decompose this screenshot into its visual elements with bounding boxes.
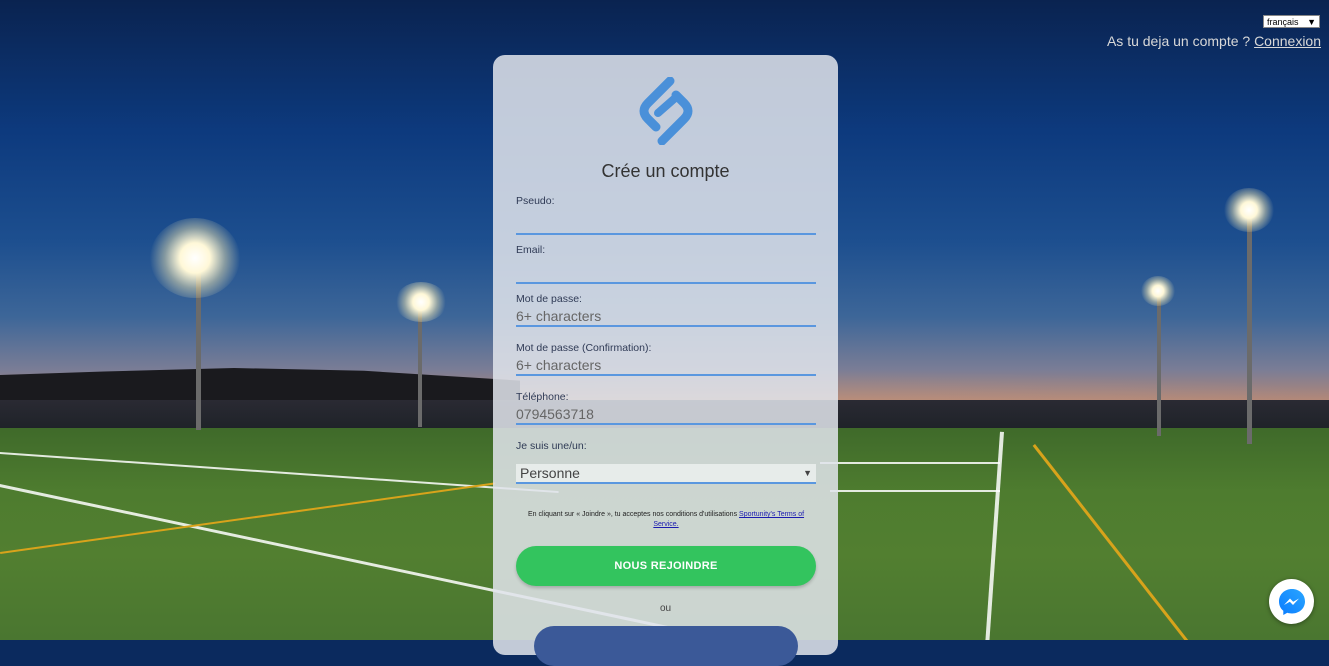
role-group: Je suis une/un: Personne ▼ xyxy=(516,440,816,484)
role-select[interactable]: Personne ▼ xyxy=(516,464,816,484)
light-pole xyxy=(1157,296,1161,436)
pseudo-label: Pseudo: xyxy=(516,195,555,207)
phone-label: Téléphone: xyxy=(516,391,569,403)
account-question: As tu deja un compte ? xyxy=(1106,33,1251,49)
pseudo-group: Pseudo: xyxy=(516,195,816,235)
facebook-button[interactable] xyxy=(534,626,798,666)
email-group: Email: xyxy=(516,244,816,284)
account-prompt: As tu deja un compte ? Connexion xyxy=(1107,33,1321,49)
login-link[interactable]: Connexion xyxy=(1254,33,1321,49)
password-input[interactable] xyxy=(516,307,816,327)
caret-down-icon: ▼ xyxy=(1307,16,1316,27)
page-title: Crée un compte xyxy=(601,161,730,181)
light-pole xyxy=(418,305,422,427)
language-value: français xyxy=(1267,16,1299,27)
stadium-light xyxy=(1141,276,1175,306)
stadium-light xyxy=(150,218,240,298)
email-label: Email: xyxy=(516,244,546,256)
stadium-light xyxy=(1224,188,1274,232)
email-input[interactable] xyxy=(516,264,816,284)
phone-group: Téléphone: xyxy=(516,391,816,425)
terms-notice: En cliquant sur « Joindre », tu acceptes… xyxy=(518,510,814,530)
caret-down-icon: ▼ xyxy=(803,468,812,478)
messenger-button[interactable] xyxy=(1269,579,1314,624)
sportunity-logo-icon xyxy=(639,77,693,145)
role-label: Je suis une/un: xyxy=(516,440,587,452)
light-pole xyxy=(1247,218,1252,444)
signup-card: Crée un compte Pseudo: Email: Mot de pas… xyxy=(493,55,838,666)
messenger-icon xyxy=(1278,588,1305,615)
language-select[interactable]: français ▼ xyxy=(1263,15,1320,28)
password-group: Mot de passe: xyxy=(516,293,816,327)
password-confirm-label: Mot de passe (Confirmation): xyxy=(516,342,652,354)
terms-text: En cliquant sur « Joindre », tu acceptes… xyxy=(527,511,738,518)
pseudo-input[interactable] xyxy=(516,215,816,235)
field-line xyxy=(830,490,1000,492)
role-value: Personne xyxy=(520,465,580,481)
password-label: Mot de passe: xyxy=(516,293,582,305)
phone-input[interactable] xyxy=(516,405,816,425)
stadium-light xyxy=(395,282,447,322)
field-line xyxy=(820,462,1000,464)
password-confirm-input[interactable] xyxy=(516,356,816,376)
password-confirm-group: Mot de passe (Confirmation): xyxy=(516,342,816,376)
join-button[interactable]: NOUS REJOINDRE xyxy=(516,546,816,586)
or-divider: ou xyxy=(659,603,672,614)
